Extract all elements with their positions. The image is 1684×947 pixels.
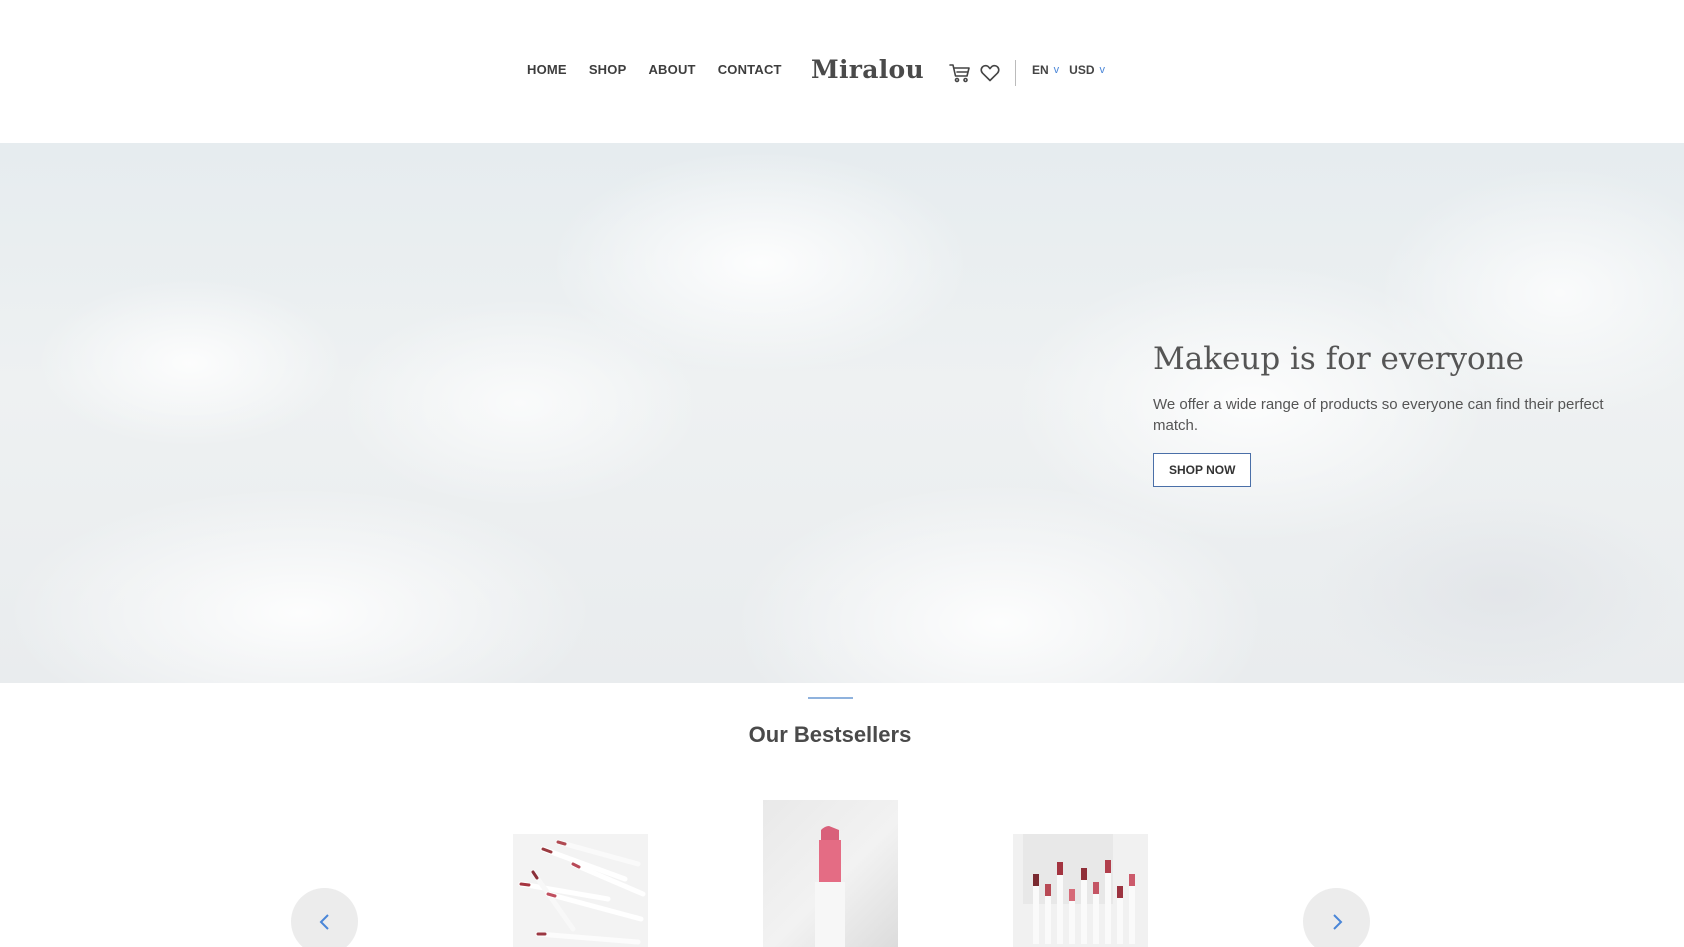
pink-lipstick-image[interactable]	[763, 800, 898, 947]
lip-liner-pencils-image[interactable]	[513, 834, 648, 947]
chevron-down-icon: v	[1053, 64, 1060, 76]
main-nav: HOME SHOP ABOUT CONTACT	[527, 62, 782, 77]
hero-title: Makeup is for everyone	[1153, 341, 1525, 377]
cart-icon[interactable]	[947, 61, 973, 85]
nav-contact[interactable]: CONTACT	[718, 62, 782, 77]
header-actions: EN v USD v	[947, 60, 1115, 86]
bestsellers-title: Our Bestsellers	[748, 722, 912, 747]
site-logo[interactable]: Miralou	[811, 55, 924, 84]
hero-content: Makeup is for everyone We offer a wide r…	[1153, 341, 1623, 488]
hero-banner: Makeup is for everyone We offer a wide r…	[0, 143, 1684, 683]
heart-icon[interactable]	[977, 61, 1003, 85]
currency-value: USD	[1069, 63, 1095, 77]
site-header: HOME SHOP ABOUT CONTACT Miralou EN v USD	[0, 0, 1684, 143]
shop-now-button[interactable]: SHOP NOW	[1153, 453, 1252, 488]
hero-subtitle: We offer a wide range of products so eve…	[1153, 396, 1604, 435]
nav-home[interactable]: HOME	[527, 62, 567, 77]
language-value: EN	[1032, 63, 1049, 77]
language-selector[interactable]: EN v	[1032, 63, 1059, 77]
section-divider	[808, 697, 853, 699]
chevron-down-icon: v	[1099, 64, 1106, 76]
carousel-prev-button[interactable]	[291, 888, 358, 947]
currency-selector[interactable]: USD v	[1069, 63, 1105, 77]
chevron-right-icon	[1332, 913, 1342, 930]
nav-about[interactable]: ABOUT	[648, 62, 695, 77]
carousel-next-button[interactable]	[1303, 888, 1370, 947]
chevron-left-icon	[319, 913, 329, 930]
nav-shop[interactable]: SHOP	[589, 62, 627, 77]
header-divider	[1015, 60, 1016, 86]
lipstick-collection-image[interactable]	[1013, 834, 1148, 947]
